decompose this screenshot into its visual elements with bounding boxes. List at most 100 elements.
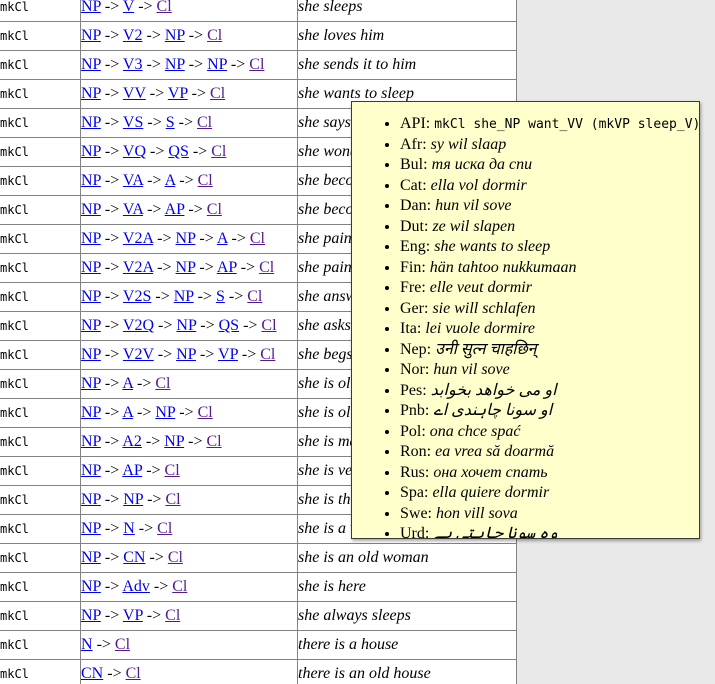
category-link-cl[interactable]: Cl — [172, 578, 187, 595]
category-link-cl[interactable]: Cl — [247, 288, 262, 305]
category-link-np[interactable]: NP — [155, 404, 175, 421]
category-link-cn[interactable]: CN — [123, 549, 145, 566]
category-link-cl[interactable]: Cl — [126, 665, 141, 682]
category-link-np[interactable]: NP — [81, 288, 101, 305]
category-link-cl[interactable]: Cl — [207, 201, 222, 218]
category-link-ap[interactable]: AP — [122, 462, 142, 479]
category-link-va[interactable]: VA — [123, 201, 143, 218]
category-link-cl[interactable]: Cl — [250, 230, 265, 247]
category-link-a2[interactable]: A2 — [122, 433, 142, 450]
category-link-np[interactable]: NP — [81, 607, 101, 624]
category-link-np[interactable]: NP — [81, 114, 101, 131]
signature-cell: NP -> V2S -> NP -> S -> Cl — [81, 283, 298, 312]
category-link-np[interactable]: NP — [81, 404, 101, 421]
signature-cell: NP -> V -> Cl — [81, 0, 298, 22]
category-link-a[interactable]: A — [217, 230, 228, 247]
category-link-np[interactable]: NP — [81, 462, 101, 479]
category-link-np[interactable]: NP — [165, 27, 185, 44]
category-link-np[interactable]: NP — [174, 288, 194, 305]
language-label: Pnb: — [400, 402, 429, 419]
category-link-vs[interactable]: VS — [123, 114, 143, 131]
category-link-np[interactable]: NP — [164, 433, 184, 450]
category-link-cl[interactable]: Cl — [157, 0, 172, 15]
category-link-np[interactable]: NP — [81, 259, 101, 276]
category-link-vv[interactable]: VV — [123, 85, 146, 102]
translation-text: hun vil sove — [435, 197, 511, 214]
category-link-v3[interactable]: V3 — [123, 56, 143, 73]
language-label: Nep: — [400, 341, 431, 358]
table-row: mkClNP -> VP -> Clshe always sleeps — [0, 602, 517, 631]
category-link-v2a[interactable]: V2A — [123, 259, 153, 276]
category-link-vp[interactable]: VP — [168, 85, 188, 102]
category-link-qs[interactable]: QS — [168, 143, 188, 160]
category-link-v[interactable]: V — [123, 0, 134, 15]
signature-cell: NP -> VA -> AP -> Cl — [81, 196, 298, 225]
category-link-cl[interactable]: Cl — [168, 549, 183, 566]
category-link-np[interactable]: NP — [81, 143, 101, 160]
category-link-np[interactable]: NP — [176, 317, 196, 334]
category-link-cl[interactable]: Cl — [249, 56, 264, 73]
category-link-np[interactable]: NP — [176, 230, 196, 247]
category-link-np[interactable]: NP — [81, 346, 101, 363]
category-link-np[interactable]: NP — [123, 491, 143, 508]
category-link-cl[interactable]: Cl — [207, 27, 222, 44]
category-link-v2[interactable]: V2 — [123, 27, 143, 44]
category-link-np[interactable]: NP — [81, 433, 101, 450]
category-link-a[interactable]: A — [122, 375, 133, 392]
category-link-va[interactable]: VA — [123, 172, 143, 189]
category-link-np[interactable]: NP — [81, 27, 101, 44]
category-link-s[interactable]: S — [166, 114, 175, 131]
category-link-np[interactable]: NP — [81, 491, 101, 508]
category-link-np[interactable]: NP — [81, 201, 101, 218]
category-link-np[interactable]: NP — [81, 230, 101, 247]
category-link-np[interactable]: NP — [176, 259, 196, 276]
category-link-s[interactable]: S — [216, 288, 225, 305]
category-link-ap[interactable]: AP — [165, 201, 185, 218]
category-link-cl[interactable]: Cl — [197, 114, 212, 131]
category-link-np[interactable]: NP — [81, 172, 101, 189]
category-link-cl[interactable]: Cl — [165, 491, 180, 508]
category-link-np[interactable]: NP — [81, 85, 101, 102]
category-link-v2a[interactable]: V2A — [123, 230, 153, 247]
category-link-vp[interactable]: VP — [123, 607, 143, 624]
category-link-v2v[interactable]: V2V — [123, 346, 154, 363]
category-link-cl[interactable]: Cl — [115, 636, 130, 653]
category-link-np[interactable]: NP — [81, 0, 101, 15]
category-link-np[interactable]: NP — [81, 549, 101, 566]
category-link-np[interactable]: NP — [81, 520, 101, 537]
category-link-adv[interactable]: Adv — [122, 578, 150, 595]
category-link-a[interactable]: A — [165, 172, 176, 189]
category-link-ap[interactable]: AP — [217, 259, 237, 276]
category-link-n[interactable]: N — [81, 636, 93, 653]
category-link-qs[interactable]: QS — [219, 317, 239, 334]
category-link-cn[interactable]: CN — [81, 665, 103, 682]
signature-cell: NP -> V2Q -> NP -> QS -> Cl — [81, 312, 298, 341]
category-link-n[interactable]: N — [123, 520, 135, 537]
function-cell: mkCl — [0, 602, 81, 631]
category-link-v2q[interactable]: V2Q — [123, 317, 154, 334]
category-link-cl[interactable]: Cl — [211, 143, 226, 160]
category-link-np[interactable]: NP — [81, 375, 101, 392]
category-link-cl[interactable]: Cl — [210, 85, 225, 102]
category-link-cl[interactable]: Cl — [165, 462, 180, 479]
example-cell: there is an old house — [298, 660, 517, 684]
category-link-a[interactable]: A — [122, 404, 133, 421]
category-link-cl[interactable]: Cl — [259, 259, 274, 276]
category-link-cl[interactable]: Cl — [198, 172, 213, 189]
category-link-np[interactable]: NP — [165, 56, 185, 73]
category-link-cl[interactable]: Cl — [260, 346, 275, 363]
category-link-np[interactable]: NP — [207, 56, 227, 73]
category-link-cl[interactable]: Cl — [157, 520, 172, 537]
category-link-cl[interactable]: Cl — [155, 375, 170, 392]
category-link-vp[interactable]: VP — [218, 346, 238, 363]
category-link-cl[interactable]: Cl — [165, 607, 180, 624]
category-link-np[interactable]: NP — [81, 56, 101, 73]
category-link-vq[interactable]: VQ — [123, 143, 146, 160]
category-link-cl[interactable]: Cl — [198, 404, 213, 421]
category-link-np[interactable]: NP — [81, 317, 101, 334]
category-link-cl[interactable]: Cl — [206, 433, 221, 450]
category-link-cl[interactable]: Cl — [261, 317, 276, 334]
category-link-np[interactable]: NP — [81, 578, 101, 595]
category-link-v2s[interactable]: V2S — [123, 288, 151, 305]
category-link-np[interactable]: NP — [176, 346, 196, 363]
